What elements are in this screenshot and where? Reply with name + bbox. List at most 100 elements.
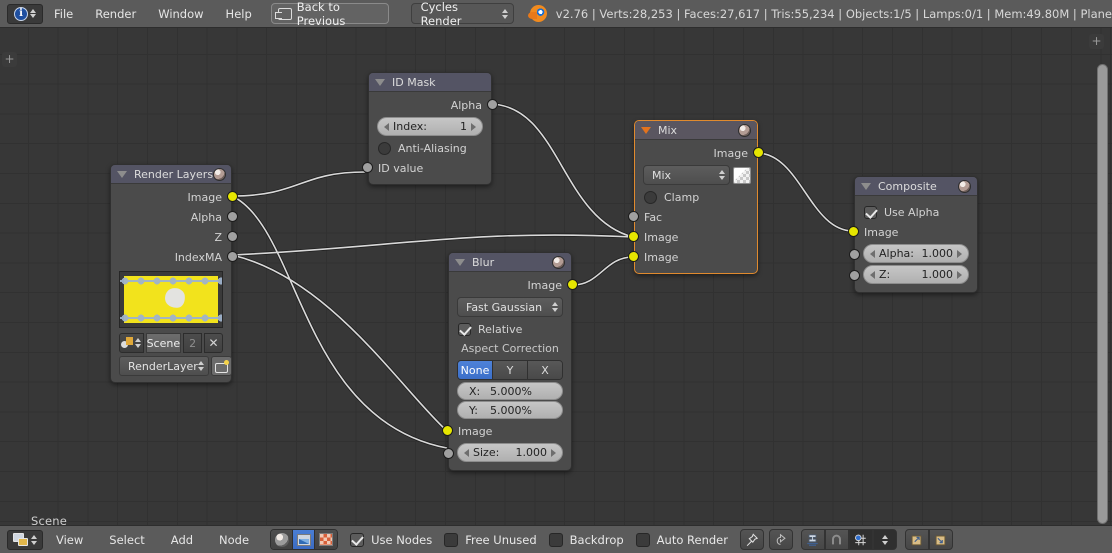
use-nodes-checkbox-row[interactable]: Use Nodes <box>350 532 432 547</box>
image-icon-button[interactable] <box>293 530 316 549</box>
input-socket-size[interactable] <box>443 448 454 459</box>
node-mix[interactable]: Mix Image Mix Clamp Fac Image Image <box>628 120 764 274</box>
render-layer-row[interactable]: RenderLayer <box>119 356 232 376</box>
canvas-left-plus-icon[interactable]: + <box>2 52 17 67</box>
shader-type-toggle[interactable] <box>270 529 339 550</box>
increment-arrow-icon[interactable] <box>471 122 476 131</box>
output-socket-z[interactable] <box>227 231 238 242</box>
aspect-option-none[interactable]: None <box>458 361 493 379</box>
decrement-arrow-icon[interactable] <box>384 122 389 131</box>
alpha-field[interactable]: Alpha: 1.000 <box>849 244 969 263</box>
increment-arrow-icon[interactable] <box>551 448 556 457</box>
blur-x-field[interactable]: X: 5.000% <box>457 382 563 400</box>
canvas-right-plus-icon[interactable]: + <box>1089 34 1104 49</box>
render-engine-dropdown[interactable]: Cycles Render <box>410 0 514 28</box>
magnet-button[interactable] <box>824 529 849 550</box>
backdrop-checkbox-row[interactable]: Backdrop <box>548 532 624 547</box>
editor-type-button[interactable] <box>7 529 43 550</box>
input-socket-z[interactable] <box>849 270 860 281</box>
go-to-parent-button[interactable] <box>768 529 793 550</box>
input-socket-id-value[interactable] <box>362 162 373 173</box>
node-render-layers[interactable]: Render Layers Image Alpha Z IndexMA Scen… <box>110 164 238 383</box>
scene-browse-button[interactable] <box>119 333 144 353</box>
node-preview-icon[interactable] <box>958 179 971 193</box>
anti-aliasing-checkbox-row[interactable]: Anti-Aliasing <box>369 138 491 158</box>
snap-node-button[interactable] <box>800 529 825 550</box>
node-header-render-layers[interactable]: Render Layers <box>111 165 231 184</box>
decrement-arrow-icon[interactable] <box>464 448 469 457</box>
auto-render-checkbox-row[interactable]: Auto Render <box>635 532 728 547</box>
decrement-arrow-icon[interactable] <box>870 249 875 258</box>
z-field[interactable]: Z: 1.000 <box>849 265 969 284</box>
scene-name-field[interactable]: Scene <box>145 333 182 353</box>
copy-button[interactable] <box>904 529 929 550</box>
collapse-triangle-icon[interactable] <box>641 126 651 134</box>
scene-unlink-button[interactable]: ✕ <box>204 333 223 353</box>
increment-arrow-icon[interactable] <box>957 270 962 279</box>
checker-icon-button[interactable] <box>315 530 338 549</box>
menu-node[interactable]: Node <box>206 533 262 547</box>
collapse-triangle-icon[interactable] <box>117 170 127 178</box>
size-field[interactable]: Size: 1.000 <box>443 443 563 462</box>
back-to-previous-button[interactable]: Back to Previous <box>270 0 389 28</box>
filter-type-dropdown[interactable]: Fast Gaussian <box>457 297 563 317</box>
free-unused-checkbox-row[interactable]: Free Unused <box>444 532 537 547</box>
node-header-mix[interactable]: Mix <box>635 121 757 140</box>
decrement-arrow-icon[interactable] <box>870 270 875 279</box>
scene-selector-row[interactable]: Scene 2 ✕ <box>119 333 223 353</box>
pin-button[interactable] <box>739 529 764 550</box>
relative-checkbox[interactable] <box>458 322 471 336</box>
node-header-id-mask[interactable]: ID Mask <box>369 73 491 92</box>
relative-checkbox-row[interactable]: Relative <box>449 319 571 339</box>
menu-help[interactable]: Help <box>215 1 263 27</box>
index-field[interactable]: Index: 1 <box>377 117 483 136</box>
use-alpha-checkbox[interactable] <box>864 205 877 219</box>
clamp-checkbox[interactable] <box>644 190 657 204</box>
node-preview-icon[interactable] <box>213 167 227 181</box>
snap-dropdown-button[interactable] <box>872 529 897 550</box>
output-socket-alpha[interactable] <box>487 99 498 110</box>
input-socket-image[interactable] <box>848 226 859 237</box>
output-socket-indexma[interactable] <box>227 251 238 262</box>
vertical-scrollbar[interactable] <box>1097 64 1108 524</box>
node-header-composite[interactable]: Composite <box>855 177 977 196</box>
node-id-mask[interactable]: ID Mask Alpha Index: 1 Anti-Aliasing ID … <box>362 72 498 185</box>
menu-view[interactable]: View <box>43 533 96 547</box>
menu-add[interactable]: Add <box>158 533 206 547</box>
editor-type-button[interactable]: i <box>7 3 43 24</box>
input-socket-fac[interactable] <box>628 211 639 222</box>
color-ramp-icon[interactable] <box>733 166 751 184</box>
output-socket-alpha[interactable] <box>227 211 238 222</box>
node-editor-canvas[interactable]: + + ID Mask Alpha Index: 1 Anti-Aliasing… <box>0 28 1112 525</box>
snap-target-button[interactable] <box>848 529 873 550</box>
output-socket-image[interactable] <box>753 147 764 158</box>
input-socket-image-2[interactable] <box>628 251 639 262</box>
use-alpha-checkbox-row[interactable]: Use Alpha <box>855 202 977 222</box>
copy-paste-group[interactable] <box>904 529 953 550</box>
increment-arrow-icon[interactable] <box>957 249 962 258</box>
aspect-option-x[interactable]: X <box>528 361 562 379</box>
backdrop-checkbox[interactable] <box>548 532 563 547</box>
input-socket-alpha[interactable] <box>849 249 860 260</box>
anti-aliasing-checkbox[interactable] <box>378 141 391 155</box>
snapping-group[interactable] <box>800 529 897 550</box>
clamp-checkbox-row[interactable]: Clamp <box>635 187 757 207</box>
output-socket-image[interactable] <box>227 191 238 202</box>
auto-render-checkbox[interactable] <box>635 532 650 547</box>
collapse-triangle-icon[interactable] <box>861 182 871 190</box>
input-socket-image-1[interactable] <box>628 231 639 242</box>
use-nodes-checkbox[interactable] <box>350 532 365 547</box>
input-socket-image[interactable] <box>442 425 453 436</box>
aspect-correction-toggle[interactable]: None Y X <box>457 360 563 380</box>
collapse-triangle-icon[interactable] <box>375 78 385 86</box>
output-socket-image[interactable] <box>567 279 578 290</box>
render-layer-camera-icon[interactable] <box>210 356 232 376</box>
blur-y-field[interactable]: Y: 5.000% <box>457 401 563 419</box>
collapse-triangle-icon[interactable] <box>455 258 465 266</box>
node-header-blur[interactable]: Blur <box>449 253 571 272</box>
paste-button[interactable] <box>928 529 953 550</box>
blend-mode-dropdown[interactable]: Mix <box>643 165 730 185</box>
material-sphere-icon-button[interactable] <box>271 530 294 549</box>
aspect-option-y[interactable]: Y <box>493 361 528 379</box>
menu-render[interactable]: Render <box>84 1 147 27</box>
